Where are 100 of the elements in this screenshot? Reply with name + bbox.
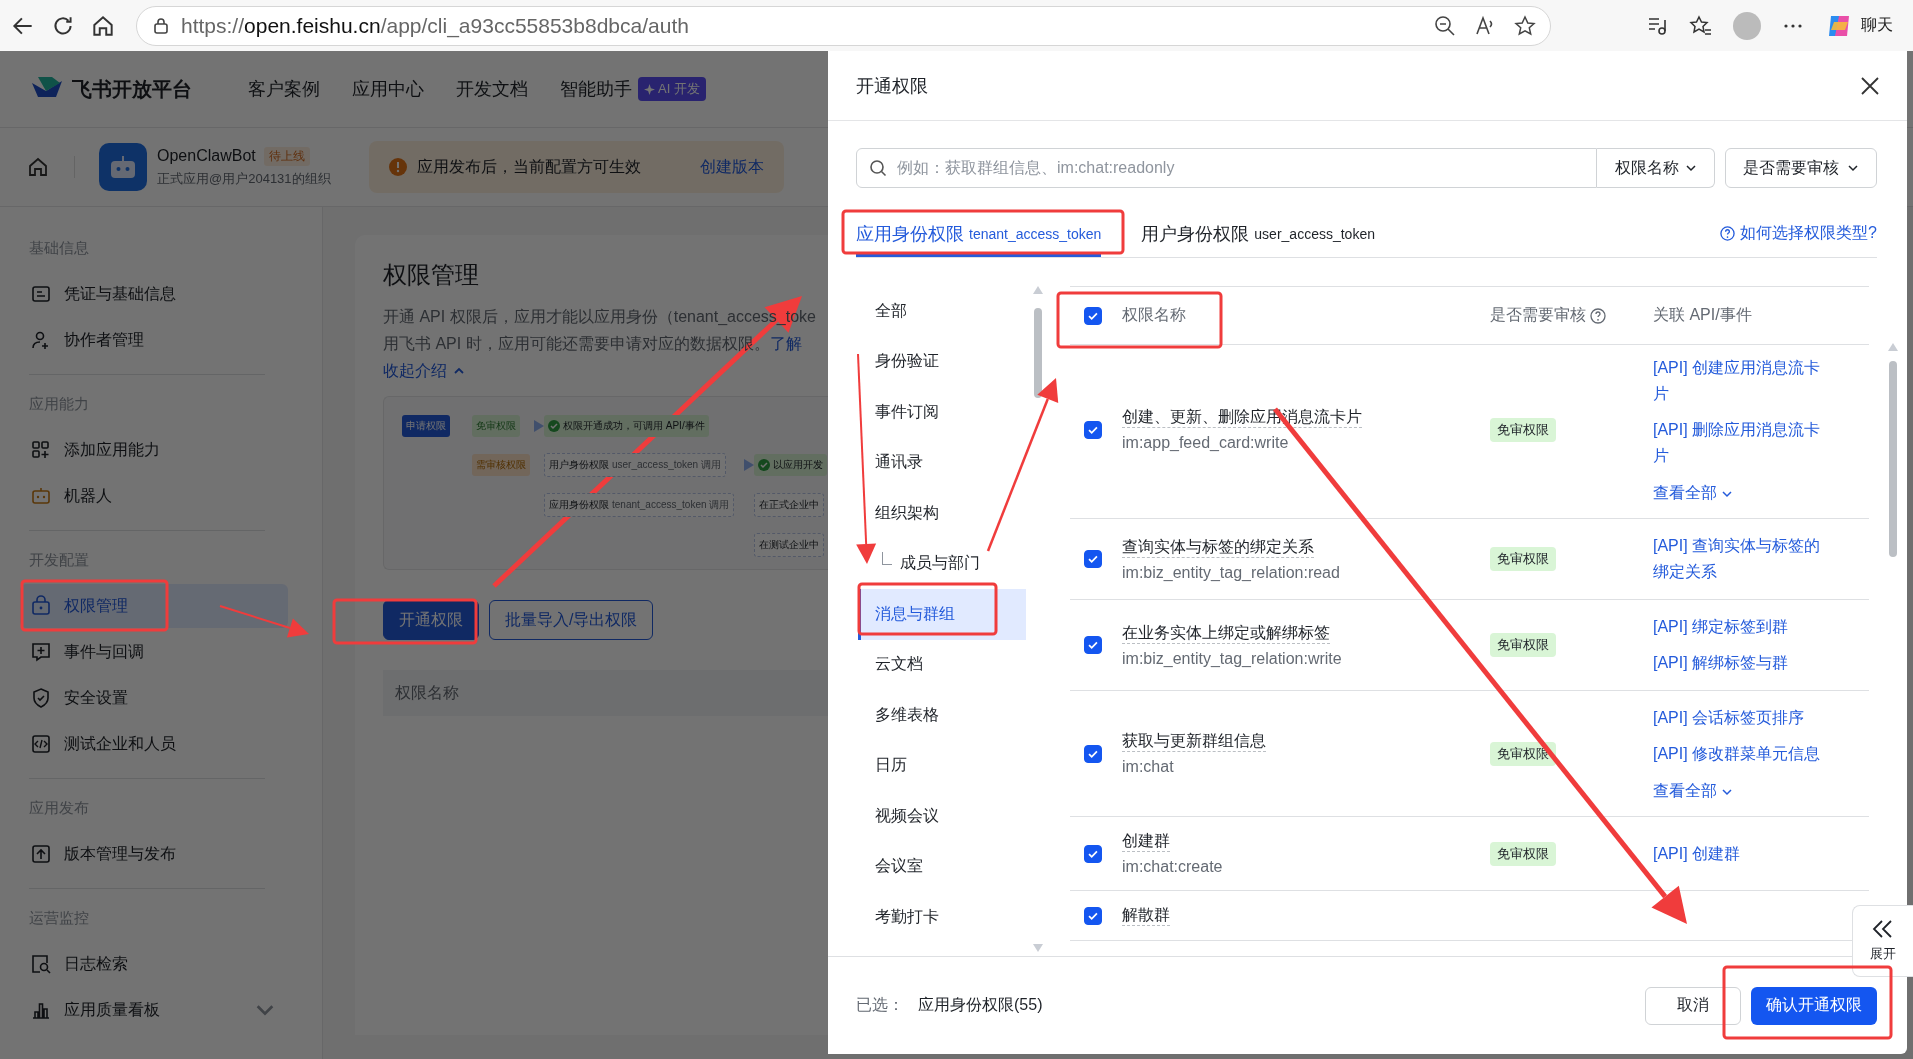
chat-button[interactable]: 聊天 [1825, 11, 1903, 40]
review-tag: 免审权限 [1490, 417, 1556, 442]
category-item[interactable]: 全部 [858, 286, 1026, 337]
api-link[interactable]: [API] 查询实体与标签的绑定关系 [1653, 533, 1823, 585]
sidebar-item[interactable]: 添加应用能力 [20, 428, 288, 472]
category-item[interactable]: 多维表格 [858, 690, 1026, 741]
selected-value: 应用身份权限(55) [918, 995, 1043, 1015]
api-link[interactable]: [API] 会话标签页排序 [1653, 705, 1823, 731]
api-link[interactable]: [API] 创建群 [1653, 840, 1823, 867]
tab[interactable]: 应用身份权限 tenant_access_token [856, 210, 1102, 257]
checkbox[interactable] [1084, 306, 1102, 325]
double-chevron-left-icon [1871, 919, 1895, 939]
ai-badge: AI 开发 [638, 77, 706, 101]
caret-down-icon [1847, 162, 1859, 174]
category-item[interactable]: 通讯录 [858, 437, 1026, 488]
check-circle-icon [548, 420, 560, 432]
checkbox[interactable] [1084, 906, 1102, 925]
nav-link[interactable]: 客户案例 [248, 77, 320, 101]
checkbox[interactable] [1084, 550, 1102, 569]
api-link[interactable]: [API] 解绑标签与群 [1653, 650, 1823, 676]
diagram-node: 需审核权限 [472, 454, 530, 476]
filter-dropdown[interactable]: 是否需要审核 [1725, 148, 1877, 188]
permission-name: 获取与更新群组信息 [1122, 731, 1266, 752]
category-item[interactable]: 日历 [858, 740, 1026, 791]
category-item[interactable]: 云文档 [858, 639, 1026, 690]
address-bar[interactable]: https://open.feishu.cn/app/cli_a93cc55853b8dbca/auth [136, 5, 1551, 46]
sidebar-item[interactable]: 日志检索 [20, 942, 288, 986]
selected-label: 已选： [856, 995, 904, 1015]
warning-icon [388, 158, 407, 176]
grid-plus-icon [30, 439, 52, 461]
category-item[interactable]: 会议室 [858, 841, 1026, 892]
nav-link[interactable]: 应用中心 [352, 77, 424, 101]
status-tag: 待上线 [263, 146, 310, 166]
permission-scope: im:biz_entity_tag_relation:read [1122, 563, 1341, 582]
sidebar-item[interactable]: 应用质量看板 [20, 988, 288, 1032]
star-icon[interactable] [1514, 14, 1536, 37]
sidebar-item[interactable]: 版本管理与发布 [20, 832, 288, 876]
close-icon[interactable] [1859, 74, 1881, 97]
lock-icon [151, 15, 171, 36]
message-plus-icon [30, 641, 52, 663]
checkbox[interactable] [1084, 744, 1102, 763]
sidebar-item[interactable]: 协作者管理 [20, 318, 288, 362]
sidebar-item[interactable]: 凭证与基础信息 [20, 272, 288, 316]
upload-icon [30, 843, 52, 865]
org-name: 正式应用@用户204131的组织 [157, 169, 331, 188]
sparkle-icon [644, 83, 655, 95]
confirm-button[interactable]: 确认开通权限 [1751, 986, 1877, 1025]
scrollbar-thumb[interactable] [1889, 361, 1897, 557]
view-all-link[interactable]: 查看全部 [1653, 483, 1823, 504]
category-item[interactable]: 身份验证 [858, 336, 1026, 387]
help-link[interactable]: 如何选择权限类型? [1720, 223, 1877, 244]
category-item[interactable]: 事件订阅 [858, 387, 1026, 438]
nav-link[interactable]: 开发文档 [456, 77, 528, 101]
category-item[interactable]: 组织架构 [858, 488, 1026, 539]
logo-text: 飞书开放平台 [72, 76, 192, 102]
favorites-icon[interactable] [1689, 13, 1713, 38]
review-tag: 免审权限 [1490, 547, 1556, 571]
view-all-link[interactable]: 查看全部 [1653, 781, 1823, 802]
category-item[interactable]: 成员与部门 [858, 538, 1026, 589]
robot-avatar [99, 143, 147, 191]
cancel-button[interactable]: 取消 [1645, 986, 1741, 1025]
permission-scope: im:biz_entity_tag_relation:write [1122, 649, 1343, 668]
permission-scope: im:chat:create [1122, 858, 1224, 876]
help-icon [1720, 226, 1736, 241]
api-link[interactable]: [API] 绑定标签到群 [1653, 614, 1823, 640]
filter-dropdown[interactable]: 权限名称 [1597, 148, 1715, 188]
sidebar-item[interactable]: 测试企业和人员 [20, 722, 288, 766]
nav-link[interactable]: 智能助手 [560, 77, 632, 101]
zoom-out-icon[interactable] [1434, 14, 1456, 37]
checkbox[interactable] [1084, 420, 1102, 439]
api-link[interactable]: [API] 修改群菜单元信息 [1653, 741, 1823, 767]
url-text: https://open.feishu.cn/app/cli_a93cc55853b8dbca/auth [181, 13, 689, 38]
checkbox[interactable] [1084, 844, 1102, 863]
tab[interactable]: 用户身份权限 user_access_token [1141, 210, 1375, 257]
category-item[interactable]: 视频会议 [858, 791, 1026, 842]
caret-down-icon [1684, 162, 1697, 174]
diagram-node: 在正式企业中 [754, 493, 824, 517]
diagram-node: 申请权限 [402, 415, 450, 437]
column-header: 关联 API/事件 [1653, 305, 1753, 325]
sidebar-item[interactable]: 安全设置 [20, 676, 288, 720]
search-icon [869, 159, 887, 177]
page-title: 权限管理 [383, 260, 480, 290]
expand-button[interactable]: 展开 [1852, 905, 1913, 977]
table-header: 权限名称 [383, 670, 828, 716]
permission-name: 创建群 [1122, 831, 1170, 852]
checkbox[interactable] [1084, 636, 1102, 655]
scrollbar-thumb[interactable] [1034, 308, 1042, 398]
permission-name: 查询实体与标签的绑定关系 [1122, 536, 1314, 558]
api-link[interactable]: [API] 创建应用消息流卡片 [1653, 355, 1823, 407]
search-field[interactable]: 例如：获取群组信息、im:chat:readonly [856, 148, 1597, 188]
review-tag: 免审权限 [1490, 633, 1556, 657]
column-header: 是否需要审核 [1490, 305, 1586, 325]
sidebar-item[interactable]: 事件与回调 [20, 630, 288, 674]
diagram-node: 权限开通成功，可调用 API/事件 [544, 415, 709, 437]
tree-line-icon [882, 552, 892, 566]
app-name: OpenClawBot [157, 147, 256, 165]
category-item[interactable]: 消息与群组 [858, 589, 1026, 640]
api-link[interactable]: [API] 删除应用消息流卡片 [1653, 417, 1823, 469]
sidebar-item[interactable]: 机器人 [20, 474, 288, 518]
category-item[interactable]: 考勤打卡 [858, 892, 1026, 943]
